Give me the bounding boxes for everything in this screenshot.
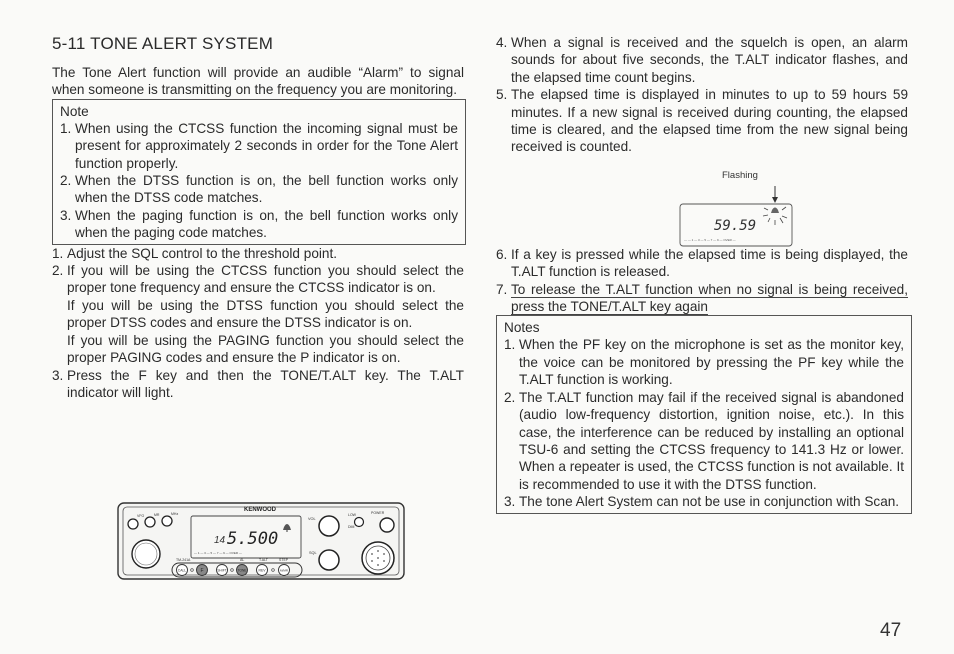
mhz-knob [161, 515, 173, 527]
freq-prefix: 14 [214, 535, 226, 546]
shift-key: SHIFT [216, 564, 228, 576]
svg-text:F: F [200, 568, 203, 574]
power-label: POWER [371, 511, 385, 515]
note-item: 2. The T.ALT function may fail if the re… [504, 389, 904, 493]
section-heading: 5-11 TONE ALERT SYSTEM [52, 34, 274, 53]
flashing-indicator-figure: Flashing 59.59 — — 1 — 3 — 5 — 7 — 9 — O… [672, 170, 802, 250]
step-number: 3. [52, 367, 64, 383]
note-item-text: When the DTSS function is on, the bell f… [75, 173, 458, 206]
low-label: LOW [348, 513, 357, 517]
step-continuation: If you will be using the DTSS function y… [67, 297, 464, 331]
step-number: 5. [496, 87, 508, 103]
sql-knob [318, 549, 340, 571]
step-text: If you will be using the CTCSS function … [67, 263, 464, 296]
svg-text:SHIFT: SHIFT [217, 569, 226, 573]
svg-text:M/MR: M/MR [280, 569, 289, 573]
mmr-key: M/MR [278, 564, 290, 576]
svg-text:CALL: CALL [178, 569, 187, 573]
step-continuation: If you will be using the PAGING function… [67, 332, 464, 366]
notes-box: Notes 1. When the PF key on the micropho… [496, 315, 912, 514]
step-number: 4. [496, 35, 508, 50]
power-button [379, 517, 395, 533]
radio-front-panel-figure: KENWOOD VFO MR MHz 14 5.500 — 1 — 3 — 5 … [116, 500, 408, 582]
note-item-number: 3. [60, 207, 72, 223]
tone-key: TONE [236, 564, 248, 576]
svg-text:TONE: TONE [238, 569, 247, 573]
note-item-text: When the PF key on the microphone is set… [519, 337, 904, 388]
vfo-knob [127, 518, 139, 530]
svg-text:REV: REV [259, 569, 267, 573]
vol-label: VOL [308, 517, 316, 521]
model-label: TM-241A [176, 558, 191, 562]
sql-label: SQL [309, 551, 317, 555]
pointer-arrow [772, 197, 778, 203]
dim-label: DIM [348, 525, 355, 529]
mhz-label: MHz [171, 512, 178, 516]
note-item: 1. When using the CTCSS function the inc… [60, 120, 458, 172]
step-text: When a signal is received and the squelc… [511, 35, 908, 85]
call-key: CALL [176, 564, 188, 576]
note-item-number: 2. [504, 389, 516, 405]
flash-display-illustration: 59.59 — — 1 — 3 — 5 — 7 — 9 — OVER — [679, 186, 793, 247]
vol-knob [318, 515, 340, 537]
note-item-number: 1. [504, 337, 516, 353]
note-item-text: The T.ALT function may fail if the recei… [519, 389, 904, 492]
low-dim-button [353, 516, 365, 528]
step-text: To release the T.ALT function when no si… [511, 281, 908, 315]
f-key: F [196, 564, 208, 576]
step-item: 6. If a key is pressed while the elapsed… [496, 246, 908, 281]
note-item-text: The tone Alert System can not be use in … [519, 494, 900, 510]
note-item-text: When the paging function is on, the bell… [75, 207, 458, 241]
step-item: 3. Press the F key and then the TONE/T.A… [52, 367, 464, 402]
vfo-label: VFO [137, 514, 144, 518]
note-item: 2. When the DTSS function is on, the bel… [60, 172, 458, 207]
notes-title: Notes [504, 320, 540, 336]
step-number: 6. [496, 246, 508, 262]
freq-display: 5.500 [227, 529, 278, 549]
main-dial [131, 539, 161, 569]
left-column: 5-11 TONE ALERT SYSTEM The Tone Alert fu… [52, 34, 466, 402]
step-item: 1. Adjust the SQL control to the thresho… [52, 245, 464, 262]
step-item: 7. To release the T.ALT function when no… [496, 281, 908, 316]
step-text: The elapsed time is displayed in minutes… [511, 87, 908, 155]
step-number: 2. [52, 263, 64, 279]
page-number: 47 [880, 620, 902, 641]
intro-paragraph: The Tone Alert function will provide an … [52, 65, 464, 98]
al-label: AL [240, 558, 244, 562]
note-item: 3. When the paging function is on, the b… [60, 207, 458, 242]
note-item: 3. The tone Alert System can not be use … [504, 493, 904, 510]
right-column: 4. When a signal is received and the squ… [496, 34, 912, 514]
step-item: 4. When a signal is received and the squ… [496, 34, 908, 86]
s-meter-scale: — 1 — 3 — 5 — 7 — 9 — OVER — [194, 551, 242, 555]
s-meter-scale: — — 1 — 3 — 5 — 7 — 9 — OVER — [684, 238, 736, 242]
note-item-number: 3. [504, 494, 516, 510]
note-item-number: 1. [60, 120, 72, 136]
step-text: Press the F key and then the TONE/T.ALT … [67, 367, 464, 400]
step-number: 7. [496, 281, 508, 297]
rev-key: REV [256, 564, 268, 576]
note-box: Note 1. When using the CTCSS function th… [52, 98, 466, 245]
mr-label: MR [154, 513, 160, 517]
step-text: Adjust the SQL control to the threshold … [67, 245, 338, 261]
elapsed-time-display: 59.59 [714, 218, 756, 234]
brand-logo: KENWOOD [244, 507, 277, 513]
note-item-number: 2. [60, 173, 72, 189]
step-item: 2. If you will be using the CTCSS functi… [52, 262, 464, 297]
note-title: Note [60, 103, 89, 119]
mr-knob [144, 516, 156, 528]
radio-illustration: KENWOOD VFO MR MHz 14 5.500 — 1 — 3 — 5 … [117, 502, 405, 580]
step-item: 5. The elapsed time is displayed in minu… [496, 86, 908, 156]
step-label: STEP [279, 558, 289, 562]
step-number: 1. [52, 245, 64, 261]
note-item-text: When using the CTCSS function the incomi… [75, 120, 458, 171]
talt-label: T.ALT [259, 558, 269, 562]
note-item: 1. When the PF key on the microphone is … [504, 336, 904, 388]
step-text: If a key is pressed while the elapsed ti… [511, 246, 908, 280]
